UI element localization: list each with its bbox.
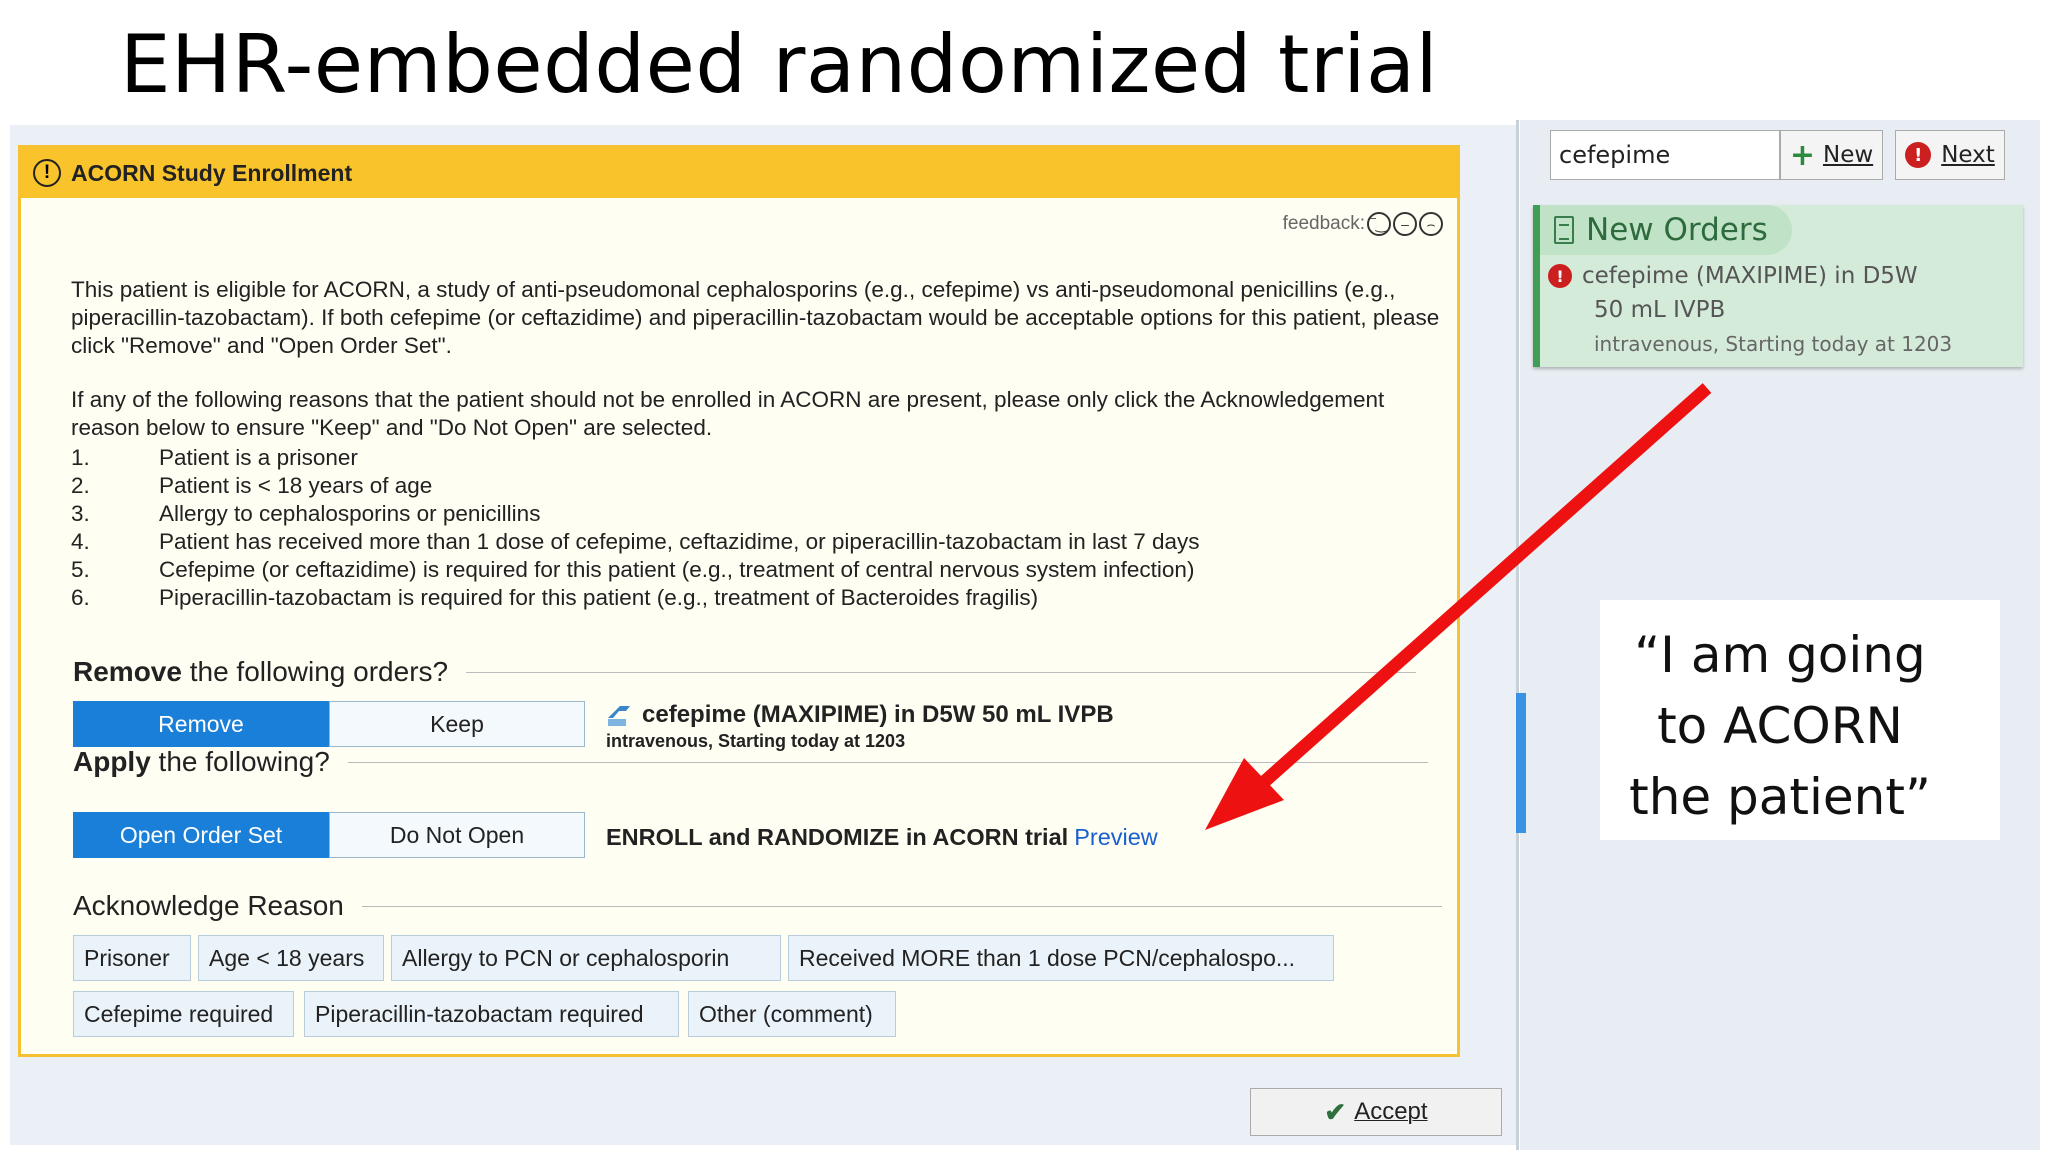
pane-divider[interactable] xyxy=(1516,120,1519,1150)
ack-other-button[interactable]: Other (comment) xyxy=(688,991,896,1037)
feedback-label: feedback: xyxy=(1282,213,1365,234)
stop-alert-icon: ! xyxy=(1548,264,1572,288)
keep-button[interactable]: Keep xyxy=(329,701,585,747)
remove-section-heading: Remove the following orders? xyxy=(73,656,1417,688)
sidebar-order-dose: 50 mL IVPB xyxy=(1594,297,1726,323)
do-not-open-button[interactable]: Do Not Open xyxy=(329,812,585,858)
order-info: cefepime (MAXIPIME) in D5W 50 mL IVPB in… xyxy=(606,701,1114,752)
order-set-toggle: Open Order Set Do Not Open xyxy=(73,812,585,858)
acknowledge-reason-heading: Acknowledge Reason xyxy=(73,890,1442,922)
list-item: 3. Allergy to cephalosporins or penicilli… xyxy=(71,501,541,526)
quote-line: “I am going xyxy=(1634,626,1926,684)
next-button[interactable]: ! Next xyxy=(1895,130,2005,180)
order-search-input[interactable]: cefepime xyxy=(1550,130,1780,180)
exclusion-reasons-list: 1. Patient is a prisoner 2. Patient is < 1… xyxy=(71,444,1200,612)
order-set-name: ENROLL and RANDOMIZE in ACORN trial xyxy=(606,824,1069,850)
frown-face-icon[interactable]: ⌢ xyxy=(1419,212,1443,236)
remove-button[interactable]: Remove xyxy=(73,701,329,747)
clipboard-icon xyxy=(1554,216,1574,244)
list-item: 5. Cefepime (or ceftazidime) is required … xyxy=(71,557,1195,582)
speaker-quote: “I am going to ACORN the patient” xyxy=(1560,620,2000,833)
list-item: 4. Patient has received more than 1 dose … xyxy=(71,529,1200,554)
ack-pip-tazo-required-button[interactable]: Piperacillin-tazobactam required xyxy=(304,991,679,1037)
acorn-enrollment-dialog: ! ACORN Study Enrollment feedback: ‾‿ – … xyxy=(18,145,1460,1057)
sidebar-order-detail: intravenous, Starting today at 1203 xyxy=(1594,332,1953,356)
slide-title: EHR-embedded randomized trial xyxy=(120,18,1439,111)
exclusion-paragraph: If any of the following reasons that the… xyxy=(71,387,1385,440)
ack-allergy-button[interactable]: Allergy to PCN or cephalosporin xyxy=(391,935,781,981)
ack-cefepime-required-button[interactable]: Cefepime required xyxy=(73,991,294,1037)
stop-alert-icon: ! xyxy=(1905,142,1932,168)
ack-age-button[interactable]: Age < 18 years xyxy=(198,935,384,981)
order-set-info: ENROLL and RANDOMIZE in ACORN trial Previ… xyxy=(606,824,1158,851)
list-item: 1. Patient is a prisoner xyxy=(71,445,358,470)
open-order-set-button[interactable]: Open Order Set xyxy=(73,812,329,858)
sidebar-order-name[interactable]: ! cefepime (MAXIPIME) in D5W xyxy=(1548,263,1918,289)
preview-link[interactable]: Preview xyxy=(1074,824,1158,850)
remove-keep-toggle: Remove Keep xyxy=(73,701,585,747)
neutral-face-icon[interactable]: – xyxy=(1393,212,1417,236)
dialog-title: ACORN Study Enrollment xyxy=(71,159,353,186)
new-order-button[interactable]: + New xyxy=(1780,130,1883,180)
feedback-bar: feedback: ‾‿ – ⌢ xyxy=(1283,212,1443,236)
alert-circle-icon: ! xyxy=(33,159,61,187)
eligibility-paragraph: This patient is eligible for ACORN, a st… xyxy=(71,277,1440,358)
quote-line: to ACORN xyxy=(1657,697,1903,755)
med-order-icon xyxy=(608,706,630,726)
sidebar-collapse-handle[interactable] xyxy=(1516,693,1526,833)
plus-icon: + xyxy=(1789,137,1815,173)
accept-button[interactable]: ✔ Accept xyxy=(1250,1088,1502,1136)
list-item: 6. Piperacillin-tazobactam is required fo… xyxy=(71,585,1039,610)
checkmark-icon: ✔ xyxy=(1324,1096,1347,1127)
order-name: cefepime (MAXIPIME) in D5W 50 mL IVPB xyxy=(642,701,1114,728)
ack-received-dose-button[interactable]: Received MORE than 1 dose PCN/cephalospo… xyxy=(788,935,1334,981)
smile-face-icon[interactable]: ‾‿ xyxy=(1367,212,1391,236)
list-item: 2. Patient is < 18 years of age xyxy=(71,473,433,498)
quote-line: the patient” xyxy=(1629,768,1931,826)
ack-prisoner-button[interactable]: Prisoner xyxy=(73,935,191,981)
new-orders-header: New Orders xyxy=(1540,205,1792,255)
dialog-header: ! ACORN Study Enrollment xyxy=(21,148,1457,198)
apply-section-heading: Apply the following? xyxy=(73,746,1428,778)
